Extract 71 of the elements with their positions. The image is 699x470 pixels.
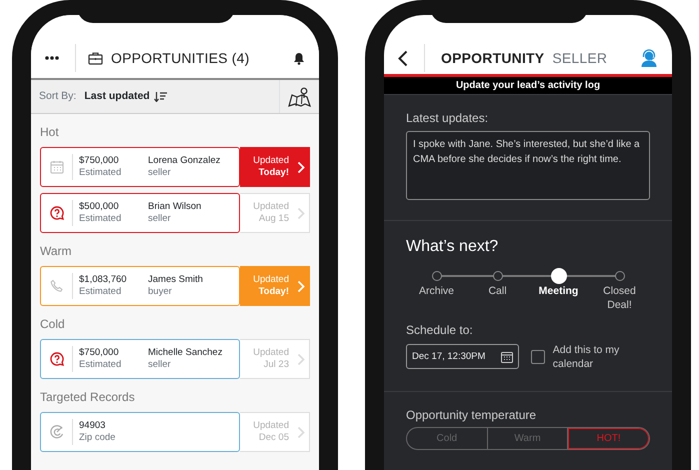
amount-label: Estimated (79, 167, 122, 180)
target-icon (50, 425, 64, 439)
opportunity-card[interactable]: $750,000 Estimated Lorena Gonzalez seller (40, 147, 240, 187)
contact-role: seller (148, 213, 172, 226)
amount: $500,000 (79, 200, 120, 213)
amount: 94903 (79, 420, 106, 432)
field-label: Latest updates: (406, 110, 490, 128)
map-pin-icon[interactable] (288, 86, 311, 106)
contact-role: buyer (148, 286, 173, 298)
contact-name: James Smith (148, 274, 203, 286)
sort-icon[interactable] (154, 92, 167, 102)
updated-date: Today! (258, 167, 289, 180)
back-icon[interactable] (398, 50, 408, 66)
field-label: Opportunity temperature (406, 407, 538, 424)
section-heading: What’s next? (406, 237, 500, 258)
amount: $750,000 (79, 154, 120, 167)
updated-label: Updated (253, 420, 289, 432)
field-label: Schedule to: (406, 322, 474, 339)
contact-name: Brian Wilson (148, 200, 202, 213)
question-bubble-icon (50, 352, 64, 366)
phone-icon (50, 279, 64, 293)
opportunity-card[interactable]: 94903 Zip code (40, 412, 240, 452)
amount: $1,083,760 (79, 274, 128, 286)
step-label[interactable]: Closed Deal! (594, 285, 644, 313)
opportunity-card[interactable]: $750,000 Estimated Michelle Sanchez seller (40, 339, 240, 379)
amount-label: Estimated (79, 359, 122, 372)
screen-title: OPPORTUNITIES (4) (111, 48, 250, 68)
screen-title: OPPORTUNITY (441, 48, 544, 68)
sort-value[interactable]: Last updated (84, 88, 150, 104)
bell-icon[interactable] (293, 52, 305, 64)
section-heading: Hot (40, 124, 60, 141)
step-dot[interactable] (614, 271, 624, 282)
section-heading: Warm (40, 243, 73, 260)
section-heading: Targeted Records (40, 389, 136, 406)
section-heading: Cold (40, 316, 66, 333)
updated-date: Jul 23 (262, 359, 289, 372)
step-dot[interactable] (432, 271, 442, 282)
calendar-icon (501, 350, 514, 363)
question-bubble-icon (50, 206, 64, 220)
updated-label: Updated (253, 274, 289, 286)
contact-role: seller (148, 359, 172, 372)
screen-subtitle: SELLER (552, 48, 608, 68)
step-label[interactable]: Call (472, 285, 522, 313)
amount-label: Estimated (79, 213, 122, 226)
updated-label: Updated (253, 154, 289, 167)
agent-headset-icon[interactable] (640, 49, 658, 67)
amount-label: Zip code (79, 432, 116, 444)
checkbox-label[interactable]: Add this to my calendar (552, 342, 650, 371)
step-dot[interactable] (492, 271, 502, 282)
banner-text: Update your lead’s activity log (456, 79, 600, 94)
opportunity-card[interactable]: $500,000 Estimated Brian Wilson seller (40, 193, 240, 233)
updated-label: Updated (253, 346, 289, 359)
opportunity-card[interactable]: $1,083,760 Estimated James Smith buyer (40, 266, 240, 306)
checkbox[interactable] (531, 350, 545, 364)
date-field[interactable]: Dec 17, 12:30PM (406, 344, 520, 370)
updated-label: Updated (253, 200, 289, 213)
contact-name: Lorena Gonzalez (148, 154, 220, 167)
step-label[interactable]: Archive (412, 285, 462, 313)
amount: $750,000 (79, 346, 120, 359)
step-label[interactable]: Meeting (534, 285, 584, 313)
updates-textarea[interactable]: I spoke with Jane. She’s interested, but she’d like a CMA before she decides if now’s the right time. (406, 131, 650, 200)
briefcase-icon (88, 52, 103, 64)
amount-label: Estimated (79, 286, 122, 298)
calendar-icon (50, 160, 64, 174)
contact-name: Michelle Sanchez (148, 346, 222, 359)
updated-date: Today! (258, 286, 289, 298)
updated-date: Dec 05 (258, 432, 289, 444)
contact-role: seller (148, 167, 172, 180)
sort-label: Sort By: (39, 88, 76, 104)
more-menu-icon[interactable] (45, 56, 59, 60)
updated-date: Aug 15 (258, 213, 289, 226)
